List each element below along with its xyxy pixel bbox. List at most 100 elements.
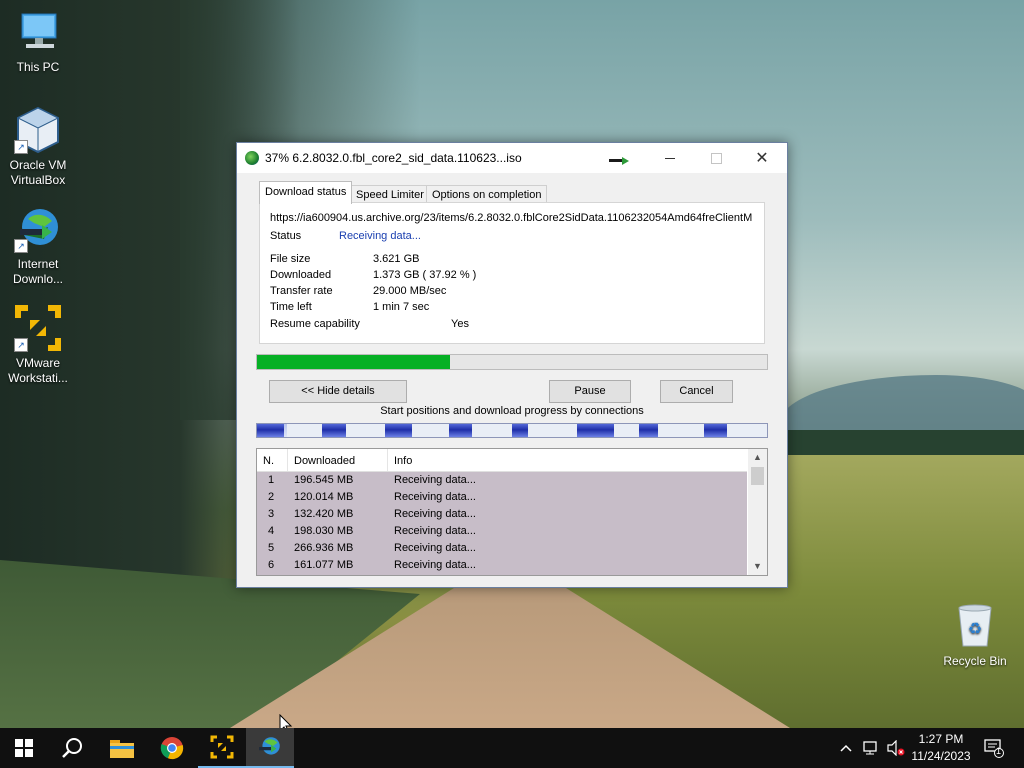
connections-label: Start positions and download progress by… bbox=[380, 405, 644, 417]
minimize-button[interactable] bbox=[647, 143, 693, 173]
maximize-icon bbox=[710, 152, 722, 164]
cell-number: 2 bbox=[268, 491, 275, 503]
cell-info: Receiving data... bbox=[394, 491, 476, 503]
vmware-taskbar-button[interactable] bbox=[198, 728, 246, 768]
close-icon: ✕ bbox=[755, 150, 769, 167]
connections-table[interactable]: N. Downloaded Info 1 196.545 MB Receivin… bbox=[256, 448, 768, 576]
clock-time: 1:27 PM bbox=[918, 732, 964, 746]
start-icon bbox=[15, 739, 33, 757]
table-row[interactable]: 2 120.014 MB Receiving data... bbox=[257, 489, 747, 506]
download-arrow-icon bbox=[609, 157, 629, 165]
virtualbox-icon: ↗ bbox=[14, 106, 62, 154]
this-pc-icon bbox=[14, 8, 62, 56]
connections-progress-bar bbox=[256, 423, 768, 438]
table-scrollbar[interactable]: ▲ ▼ bbox=[748, 449, 767, 575]
file-explorer-button[interactable] bbox=[98, 728, 146, 768]
close-button[interactable]: ✕ bbox=[739, 143, 785, 173]
desktop-icon-virtualbox[interactable]: ↗ Oracle VM VirtualBox bbox=[0, 106, 76, 188]
search-icon bbox=[62, 738, 82, 758]
cancel-button[interactable]: Cancel bbox=[660, 380, 733, 403]
cell-number: 6 bbox=[268, 559, 275, 571]
cell-downloaded: 196.545 MB bbox=[294, 474, 354, 486]
download-progress-bar bbox=[256, 354, 768, 370]
column-header-downloaded[interactable]: Downloaded bbox=[288, 449, 388, 471]
scroll-up-icon[interactable]: ▲ bbox=[748, 449, 767, 466]
column-header-number[interactable]: N. bbox=[257, 449, 288, 471]
desktop-icon-idm[interactable]: ↗ Internet Downlo... bbox=[0, 205, 76, 287]
desktop-icon-vmware[interactable]: ↗ VMware Workstati... bbox=[0, 304, 76, 386]
idm-globe-icon: ↗ bbox=[14, 205, 62, 253]
downloaded-value: 1.373 GB ( 37.92 % ) bbox=[373, 269, 477, 281]
column-header-info[interactable]: Info bbox=[388, 449, 747, 471]
maximize-button[interactable] bbox=[693, 143, 739, 173]
idm-app-icon bbox=[245, 151, 259, 165]
network-tray-button[interactable] bbox=[860, 728, 882, 768]
scroll-down-icon[interactable]: ▼ bbox=[748, 558, 767, 575]
status-value: Receiving data... bbox=[339, 230, 421, 242]
cell-number: 4 bbox=[268, 525, 275, 537]
chrome-icon bbox=[160, 737, 184, 760]
table-row[interactable]: 4 198.030 MB Receiving data... bbox=[257, 523, 747, 540]
shortcut-arrow-icon: ↗ bbox=[14, 140, 28, 154]
download-url: https://ia600904.us.archive.org/23/items… bbox=[270, 212, 753, 224]
shortcut-arrow-icon: ↗ bbox=[14, 239, 28, 253]
taskbar-clock[interactable]: 1:27 PM 11/24/2023 bbox=[906, 731, 976, 765]
search-button[interactable] bbox=[48, 728, 96, 768]
desktop-icon-label: This PC bbox=[16, 60, 60, 74]
start-button[interactable] bbox=[0, 728, 48, 768]
volume-muted-icon bbox=[887, 740, 905, 756]
title-bar[interactable]: 37% 6.2.8032.0.fbl_core2_sid_data.110623… bbox=[237, 143, 787, 173]
connection-segment bbox=[322, 424, 346, 437]
table-body: 1 196.545 MB Receiving data... 2 120.014… bbox=[257, 472, 747, 575]
cell-info: Receiving data... bbox=[394, 474, 476, 486]
cell-downloaded: 132.420 MB bbox=[294, 508, 354, 520]
desktop-icon-label: Internet Downlo... bbox=[12, 257, 64, 286]
time-left-value: 1 min 7 sec bbox=[373, 301, 430, 313]
window-title: 37% 6.2.8032.0.fbl_core2_sid_data.110623… bbox=[265, 151, 522, 165]
cell-downloaded: 161.077 MB bbox=[294, 559, 354, 571]
download-window[interactable]: 37% 6.2.8032.0.fbl_core2_sid_data.110623… bbox=[236, 142, 788, 588]
svg-text:♻: ♻ bbox=[968, 621, 982, 638]
progress-fill bbox=[257, 355, 451, 369]
hide-details-button[interactable]: << Hide details bbox=[269, 380, 407, 403]
connection-segment bbox=[449, 424, 472, 437]
cell-info: Receiving data... bbox=[394, 559, 476, 571]
vmware-icon: ↗ bbox=[14, 304, 62, 352]
cell-downloaded: 120.014 MB bbox=[294, 491, 354, 503]
clock-date: 11/24/2023 bbox=[911, 749, 971, 763]
file-explorer-icon bbox=[110, 740, 134, 758]
cell-number: 1 bbox=[268, 474, 275, 486]
desktop-icon-label: VMware Workstati... bbox=[8, 356, 68, 385]
connection-segment bbox=[385, 424, 412, 437]
desktop-icon-this-pc[interactable]: This PC bbox=[0, 8, 76, 75]
tab-download-status[interactable]: Download status bbox=[259, 181, 353, 204]
time-left-label: Time left bbox=[270, 301, 312, 313]
show-hidden-icons-button[interactable] bbox=[836, 728, 856, 768]
file-size-label: File size bbox=[270, 253, 311, 265]
table-row[interactable]: 5 266.936 MB Receiving data... bbox=[257, 540, 747, 557]
cell-info: Receiving data... bbox=[394, 542, 476, 554]
desktop-icon-recycle-bin[interactable]: ♻ Recycle Bin bbox=[937, 602, 1013, 669]
volume-tray-button[interactable] bbox=[884, 728, 908, 768]
cell-downloaded: 266.936 MB bbox=[294, 542, 354, 554]
idm-taskbar-button[interactable] bbox=[246, 728, 294, 768]
idm-icon bbox=[259, 737, 280, 755]
resume-capability-label: Resume capability bbox=[270, 318, 360, 330]
table-row[interactable]: 6 161.077 MB Receiving data... bbox=[257, 557, 747, 574]
table-row[interactable]: 1 196.545 MB Receiving data... bbox=[257, 472, 747, 489]
download-status-panel: https://ia600904.us.archive.org/23/items… bbox=[259, 202, 765, 344]
desktop-icon-label: Recycle Bin bbox=[943, 654, 1007, 668]
network-icon bbox=[863, 741, 877, 755]
notification-center-button[interactable]: 1 bbox=[978, 728, 1010, 768]
desktop-icon-label: Oracle VM VirtualBox bbox=[9, 158, 67, 187]
table-row[interactable]: 3 132.420 MB Receiving data... bbox=[257, 506, 747, 523]
cell-downloaded: 198.030 MB bbox=[294, 525, 354, 537]
cell-number: 3 bbox=[268, 508, 275, 520]
pause-button[interactable]: Pause bbox=[549, 380, 631, 403]
chrome-button[interactable] bbox=[148, 728, 196, 768]
transfer-rate-value: 29.000 MB/sec bbox=[373, 285, 447, 297]
connection-segment bbox=[704, 424, 727, 437]
scroll-thumb[interactable] bbox=[751, 467, 764, 485]
status-label: Status bbox=[270, 230, 302, 242]
chevron-up-icon bbox=[840, 744, 852, 752]
